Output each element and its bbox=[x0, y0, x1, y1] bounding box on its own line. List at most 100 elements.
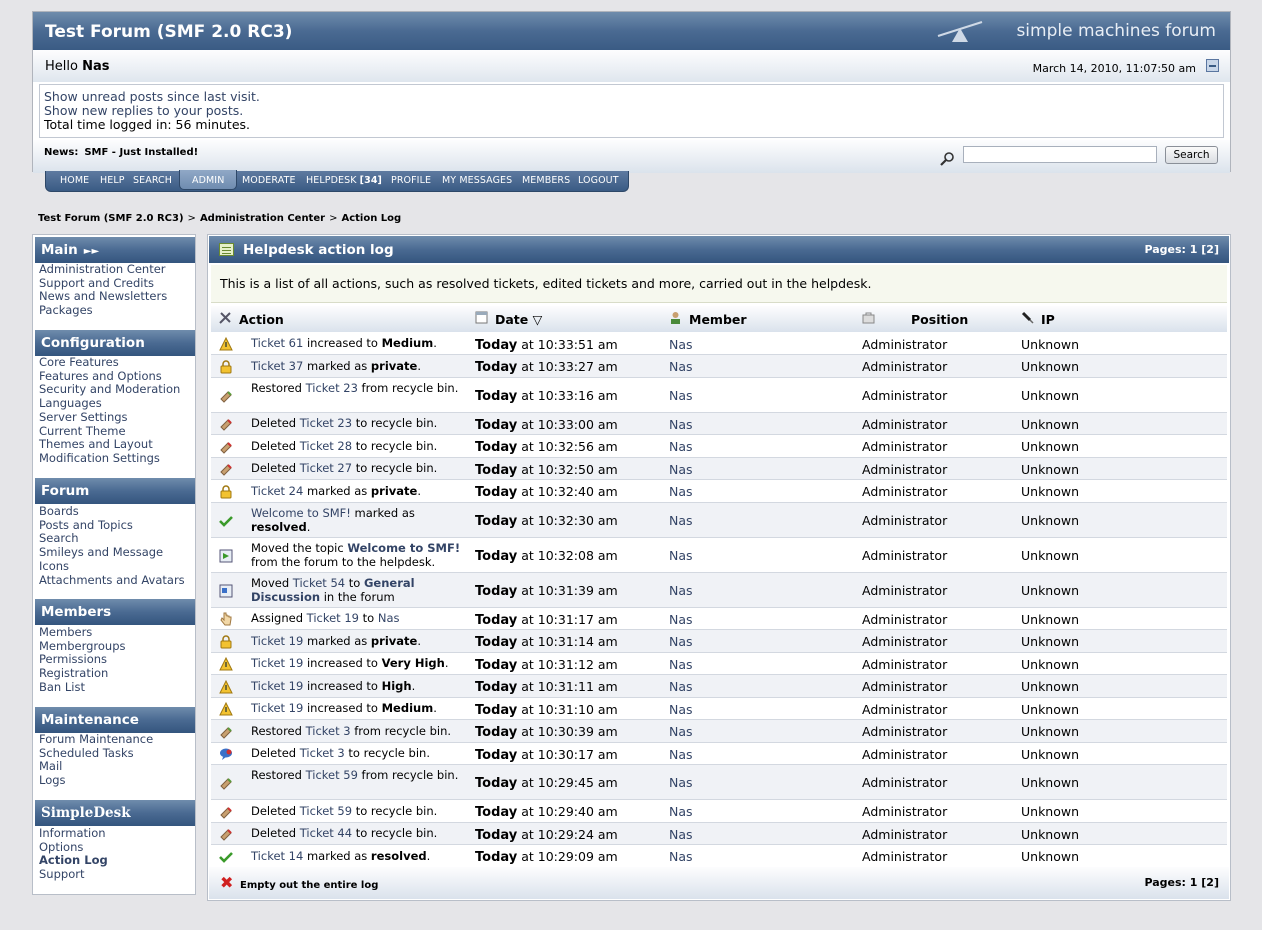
sidebar-section-members[interactable]: Members bbox=[35, 599, 195, 625]
member-link[interactable]: Nas bbox=[669, 775, 693, 790]
sidebar-item-news-newsletters[interactable]: News and Newsletters bbox=[39, 290, 167, 304]
action-link[interactable]: Ticket 19 bbox=[251, 679, 303, 693]
member-link[interactable]: Nas bbox=[669, 548, 693, 563]
sidebar-item-ban-list[interactable]: Ban List bbox=[39, 680, 126, 695]
sidebar-item-packages[interactable]: Packages bbox=[39, 303, 167, 318]
sidebar-item-support[interactable]: Support bbox=[39, 867, 108, 882]
member-link[interactable]: Nas bbox=[669, 388, 693, 403]
member-link[interactable]: Nas bbox=[669, 827, 693, 842]
page-2-link-bottom[interactable]: [2] bbox=[1201, 876, 1219, 889]
member-link[interactable]: Nas bbox=[669, 337, 693, 352]
sidebar-section-simpledesk[interactable]: SimpleDesk bbox=[35, 800, 195, 826]
sidebar-item-mail[interactable]: Mail bbox=[39, 760, 153, 774]
sidebar-item-permissions[interactable]: Permissions bbox=[39, 653, 126, 667]
sidebar-item-options[interactable]: Options bbox=[39, 840, 108, 855]
sidebar-section-forum[interactable]: Forum bbox=[35, 478, 195, 504]
member-link[interactable]: Nas bbox=[669, 657, 693, 672]
forum-title[interactable]: Test Forum (SMF 2.0 RC3) bbox=[45, 22, 292, 42]
sidebar-item-security-moderation[interactable]: Security and Moderation bbox=[39, 383, 180, 397]
sidebar-item-scheduled-tasks[interactable]: Scheduled Tasks bbox=[39, 746, 153, 761]
member-link[interactable]: Nas bbox=[669, 583, 693, 598]
action-link[interactable]: Ticket 3 bbox=[306, 724, 351, 738]
breadcrumb-admin-center[interactable]: Administration Center bbox=[200, 213, 325, 224]
sidebar-item-modification-settings[interactable]: Modification Settings bbox=[39, 451, 180, 466]
sidebar-item-support-credits[interactable]: Support and Credits bbox=[39, 276, 167, 291]
member-link[interactable]: Nas bbox=[669, 747, 693, 762]
action-link[interactable]: Nas bbox=[378, 611, 400, 625]
sidebar-item-languages[interactable]: Languages bbox=[39, 396, 180, 411]
sidebar-item-current-theme[interactable]: Current Theme bbox=[39, 424, 180, 439]
action-link[interactable]: Ticket 23 bbox=[306, 381, 358, 395]
action-link[interactable]: Ticket 37 bbox=[251, 359, 303, 373]
menu-home[interactable]: HOME bbox=[60, 175, 89, 186]
action-link[interactable]: Ticket 19 bbox=[251, 701, 303, 715]
action-link[interactable]: Ticket 19 bbox=[251, 634, 303, 648]
menu-members[interactable]: MEMBERS bbox=[522, 175, 570, 186]
member-link[interactable]: Nas bbox=[669, 804, 693, 819]
action-link[interactable]: Ticket 3 bbox=[300, 746, 345, 760]
menu-admin[interactable]: ADMIN bbox=[192, 175, 224, 186]
action-link[interactable]: Ticket 14 bbox=[251, 849, 303, 863]
breadcrumb-action-log[interactable]: Action Log bbox=[341, 213, 401, 224]
menu-help[interactable]: HELP bbox=[100, 175, 125, 186]
action-link[interactable]: Ticket 44 bbox=[300, 826, 352, 840]
sidebar-item-action-log[interactable]: Action Log bbox=[39, 854, 108, 868]
sidebar-item-server-settings[interactable]: Server Settings bbox=[39, 410, 180, 425]
sidebar-item-themes-layout[interactable]: Themes and Layout bbox=[39, 438, 180, 452]
action-link[interactable]: Ticket 19 bbox=[307, 611, 359, 625]
menu-search[interactable]: SEARCH bbox=[133, 175, 172, 186]
action-link[interactable]: Ticket 24 bbox=[251, 484, 303, 498]
menu-my-messages[interactable]: MY MESSAGES bbox=[442, 175, 512, 186]
sidebar-item-information[interactable]: Information bbox=[39, 826, 108, 841]
sidebar-item-membergroups[interactable]: Membergroups bbox=[39, 639, 126, 654]
search-button[interactable]: Search bbox=[1165, 146, 1218, 164]
member-link[interactable]: Nas bbox=[669, 439, 693, 454]
empty-log-link[interactable]: Empty out the entire log bbox=[240, 880, 378, 891]
sidebar-item-search[interactable]: Search bbox=[39, 532, 185, 546]
member-link[interactable]: Nas bbox=[669, 417, 693, 432]
sidebar-item-registration[interactable]: Registration bbox=[39, 666, 126, 681]
sidebar-item-members[interactable]: Members bbox=[39, 625, 126, 640]
action-link[interactable]: Welcome to SMF! bbox=[251, 506, 351, 520]
sidebar-item-icons[interactable]: Icons bbox=[39, 559, 185, 574]
sidebar-item-forum-maintenance[interactable]: Forum Maintenance bbox=[39, 732, 153, 747]
sidebar-item-administration-center[interactable]: Administration Center bbox=[39, 262, 167, 277]
sidebar-item-smileys[interactable]: Smileys and Message bbox=[39, 545, 185, 560]
sidebar-section-configuration[interactable]: Configuration bbox=[35, 330, 195, 356]
member-link[interactable]: Nas bbox=[669, 484, 693, 499]
sidebar-item-attachments-avatars[interactable]: Attachments and Avatars bbox=[39, 573, 185, 588]
menu-profile[interactable]: PROFILE bbox=[391, 175, 431, 186]
menu-logout[interactable]: LOGOUT bbox=[578, 175, 619, 186]
show-replies-link[interactable]: Show new replies to your posts. bbox=[44, 104, 1219, 118]
collapse-header-icon[interactable] bbox=[1206, 59, 1219, 72]
member-link[interactable]: Nas bbox=[669, 359, 693, 374]
search-input[interactable] bbox=[963, 146, 1157, 163]
menu-moderate[interactable]: MODERATE bbox=[242, 175, 296, 186]
action-link[interactable]: Ticket 19 bbox=[251, 656, 303, 670]
sidebar-item-logs[interactable]: Logs bbox=[39, 773, 153, 788]
member-link[interactable]: Nas bbox=[669, 679, 693, 694]
menu-helpdesk[interactable]: HELPDESK [34] bbox=[306, 175, 382, 186]
member-link[interactable]: Nas bbox=[669, 724, 693, 739]
member-link[interactable]: Nas bbox=[669, 702, 693, 717]
member-link[interactable]: Nas bbox=[669, 849, 693, 864]
sidebar-item-posts-topics[interactable]: Posts and Topics bbox=[39, 518, 185, 533]
sidebar-item-features-options[interactable]: Features and Options bbox=[39, 369, 180, 384]
action-link[interactable]: Ticket 23 bbox=[300, 416, 352, 430]
action-link[interactable]: Ticket 59 bbox=[300, 804, 352, 818]
sidebar-item-core-features[interactable]: Core Features bbox=[39, 355, 180, 370]
member-link[interactable]: Nas bbox=[669, 462, 693, 477]
action-link[interactable]: Ticket 59 bbox=[306, 768, 358, 782]
column-date-sort[interactable]: Date ▽ bbox=[495, 312, 542, 327]
action-link[interactable]: Ticket 54 bbox=[293, 576, 345, 590]
action-link[interactable]: Welcome to SMF! bbox=[347, 541, 460, 555]
action-link[interactable]: Ticket 61 bbox=[251, 336, 303, 350]
breadcrumb-forum[interactable]: Test Forum (SMF 2.0 RC3) bbox=[38, 213, 184, 224]
page-2-link[interactable]: [2] bbox=[1201, 243, 1219, 256]
sidebar-section-maintenance[interactable]: Maintenance bbox=[35, 707, 195, 733]
show-unread-link[interactable]: Show unread posts since last visit. bbox=[44, 90, 1219, 104]
member-link[interactable]: Nas bbox=[669, 634, 693, 649]
sidebar-section-main[interactable]: Main ►► bbox=[35, 237, 195, 263]
sidebar-item-boards[interactable]: Boards bbox=[39, 504, 185, 519]
member-link[interactable]: Nas bbox=[669, 612, 693, 627]
